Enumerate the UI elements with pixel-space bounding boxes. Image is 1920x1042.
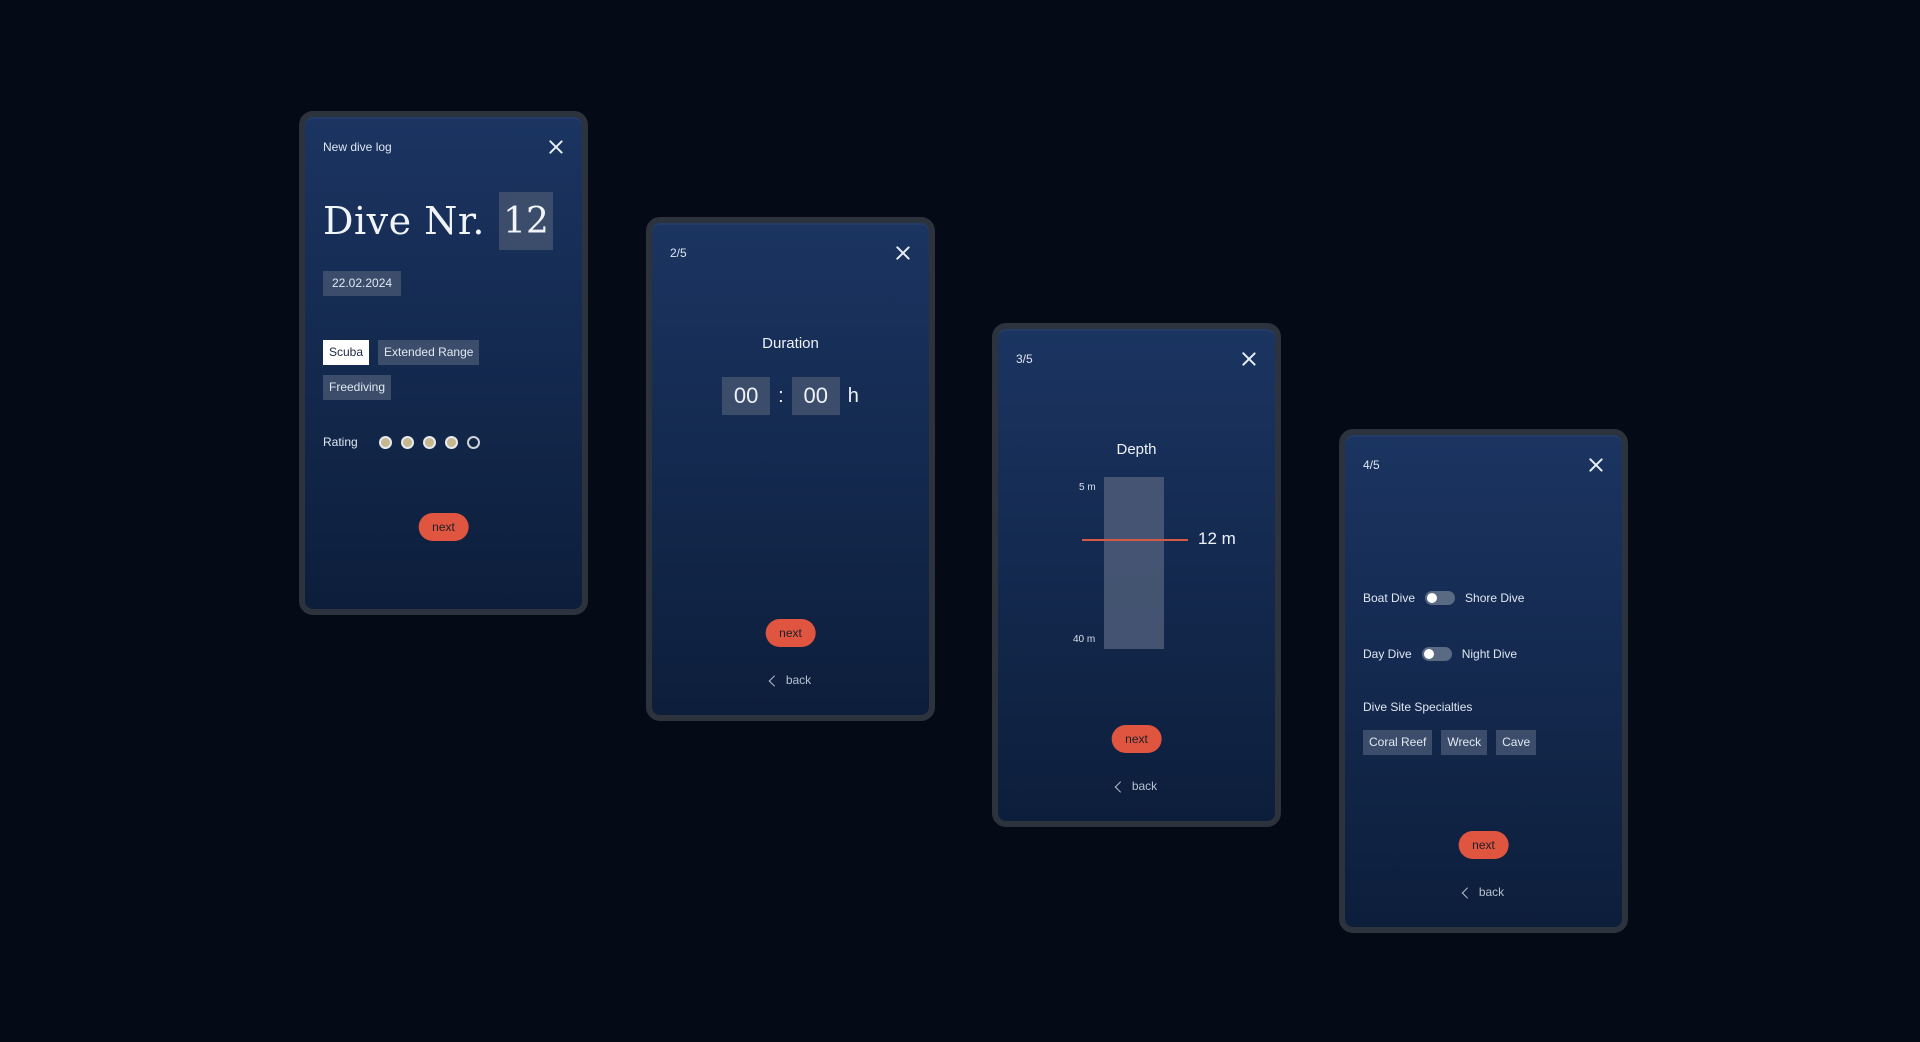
card3-header: 3/5 [1016,349,1257,369]
specialties-label: Dive Site Specialties [1363,700,1473,714]
shore-dive-label: Shore Dive [1465,591,1525,605]
night-dive-label: Night Dive [1461,647,1518,661]
day-dive-label: Day Dive [1363,647,1412,661]
step-indicator: 4/5 [1363,458,1380,472]
rating-dot-1[interactable] [379,435,392,449]
depth-scale-bottom: 40 m [1073,634,1096,645]
date-field[interactable]: 22.02.2024 [323,271,402,296]
card4-header: 4/5 [1363,455,1604,475]
depth-title: Depth [1116,441,1157,458]
card1-title: New dive log [323,140,392,154]
chevron-left-icon [768,674,780,687]
next-button[interactable]: next [1458,831,1509,859]
dive-type-row-1: Scuba Extended Range [323,340,480,365]
chevron-left-icon [1114,780,1126,793]
card2-header: 2/5 [670,243,911,263]
depth-marker[interactable] [1082,539,1188,541]
canvas: New dive log Dive Nr. 12 22.02.2024 Scub… [0,0,1920,1042]
dive-type-row-2: Freediving [323,375,392,400]
minutes-field[interactable]: 00 [791,377,840,415]
boat-shore-toggle-row: Boat Dive Shore Dive [1363,591,1524,605]
rating-label: Rating [323,435,358,449]
depth-slider-track[interactable] [1104,477,1164,649]
step-indicator: 2/5 [670,246,687,260]
next-button[interactable]: next [418,513,469,541]
boat-dive-label: Boat Dive [1363,591,1416,605]
dive-number-field[interactable]: 12 [498,192,553,250]
card-new-dive-log: New dive log Dive Nr. 12 22.02.2024 Scub… [299,111,588,615]
chip-scuba[interactable]: Scuba [323,340,370,365]
back-button[interactable]: back [1461,885,1505,899]
rating-dot-3[interactable] [423,435,436,449]
depth-value: 12 m [1198,529,1236,548]
duration-input: 00 : 00 h [652,377,929,415]
hours-field[interactable]: 00 [722,377,771,415]
dive-title: Dive Nr. 12 [323,192,553,250]
back-label: back [785,673,812,687]
day-night-toggle-row: Day Dive Night Dive [1363,647,1517,661]
close-icon[interactable] [548,139,564,155]
duration-title: Duration [762,335,819,352]
day-night-toggle[interactable] [1421,647,1452,661]
close-icon[interactable] [895,245,911,261]
rating-dot-2[interactable] [401,435,414,449]
time-unit: h [847,384,859,407]
step-indicator: 3/5 [1016,352,1033,366]
card-dive-details: 4/5 Boat Dive Shore Dive Day Dive Night … [1339,429,1628,933]
chevron-left-icon [1461,886,1473,899]
back-button[interactable]: back [768,673,812,687]
specialties-chips: Coral Reef Wreck Cave [1363,730,1537,755]
rating-dot-5[interactable] [467,435,480,449]
chip-coral-reef[interactable]: Coral Reef [1363,730,1433,755]
next-button[interactable]: next [1111,725,1162,753]
depth-scale-top: 5 m [1079,482,1096,493]
dive-title-text: Dive Nr. [323,199,485,243]
card-depth: 3/5 Depth 5 m 40 m 12 m next back [992,323,1281,827]
time-separator: : [778,384,784,407]
next-button[interactable]: next [765,619,816,647]
close-icon[interactable] [1241,351,1257,367]
toggle-knob [1423,649,1434,659]
back-label: back [1478,885,1505,899]
chip-cave[interactable]: Cave [1496,730,1537,755]
rating-dot-4[interactable] [445,435,458,449]
back-label: back [1131,779,1158,793]
toggle-knob [1427,593,1438,603]
rating: Rating [323,435,489,449]
back-button[interactable]: back [1114,779,1158,793]
card-duration: 2/5 Duration 00 : 00 h next back [646,217,935,721]
boat-shore-toggle[interactable] [1425,591,1456,605]
close-icon[interactable] [1588,457,1604,473]
chip-extended-range[interactable]: Extended Range [378,340,480,365]
chip-wreck[interactable]: Wreck [1441,730,1488,755]
chip-freediving[interactable]: Freediving [323,375,392,400]
card1-header: New dive log [323,137,564,157]
